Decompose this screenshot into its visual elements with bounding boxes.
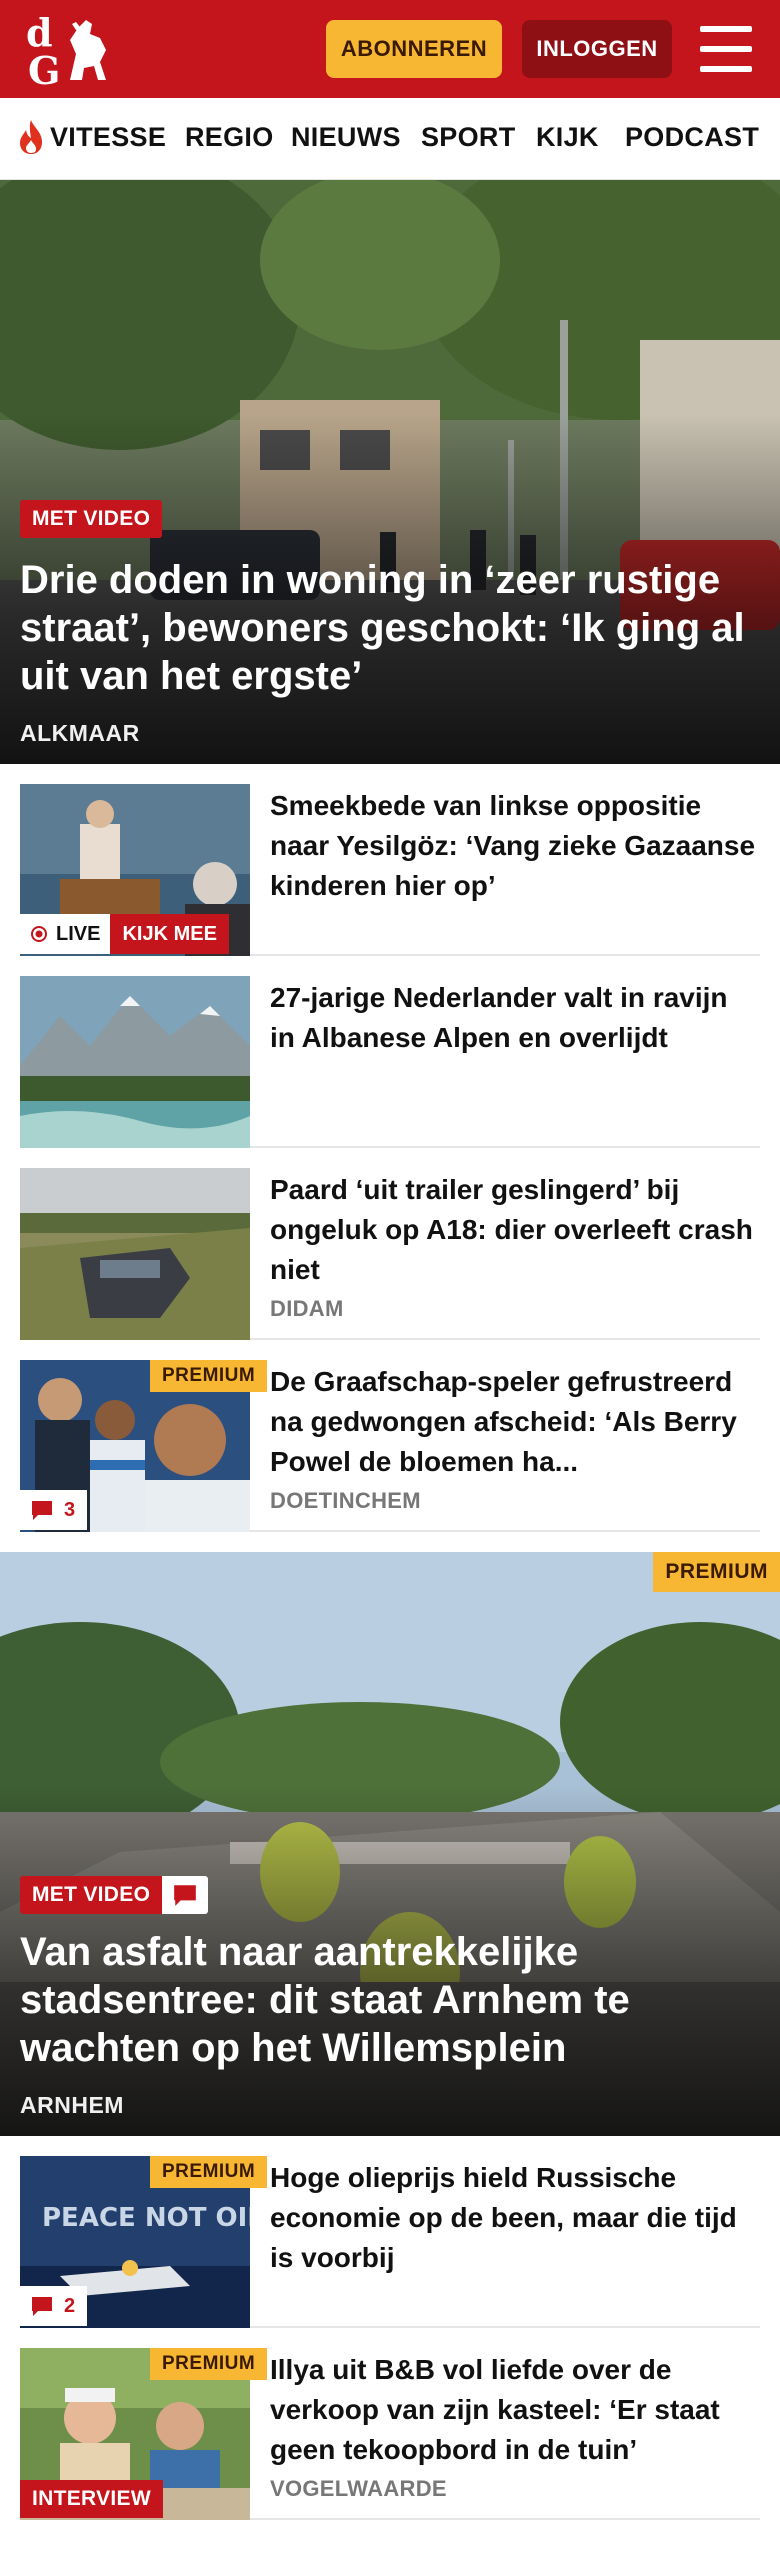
list-item[interactable]: PREMIUM 3 De Graafschap-speler gefrus­tr… (20, 1360, 760, 1532)
premium-badge: PREMIUM (150, 2348, 268, 2380)
section-nav: VITESSE REGIO NIEUWS SPORT KIJK PODCAST (0, 98, 780, 180)
list-item[interactable]: PEACE NOT OIL PREMIUM 2 Hoge olieprijs h… (20, 2156, 760, 2328)
list-item[interactable]: LIVE KIJK MEE Smeekbede van linkse oppos… (20, 784, 760, 956)
article-title[interactable]: De Graafschap-speler gefrus­treerd na ge… (270, 1362, 760, 1482)
comment-count[interactable]: 3 (20, 1490, 88, 1530)
video-badge: MET VIDEO (20, 1876, 163, 1914)
nav-item-nieuws[interactable]: NIEUWS (291, 122, 401, 153)
interview-badge: INTERVIEW (20, 2480, 163, 2518)
video-badge: MET VIDEO (20, 500, 163, 538)
article-thumbnail (20, 976, 250, 1148)
watch-label[interactable]: KIJK MEE (110, 914, 229, 954)
hero-title[interactable]: Van asfalt naar aantrekkelijke stadsentr… (20, 1928, 760, 2072)
comment-icon[interactable] (162, 1876, 209, 1914)
hero-title[interactable]: Drie doden in woning in ‘zeer rustige st… (20, 556, 760, 700)
article-title[interactable]: Illya uit B&B vol liefde over de verkoop… (270, 2350, 760, 2470)
live-label: LIVE (56, 922, 101, 945)
live-dot-icon (31, 926, 47, 942)
article-title[interactable]: Paard ‘uit trailer geslingerd’ bij ongel… (270, 1170, 760, 1290)
hamburger-icon[interactable] (700, 26, 752, 72)
hero-location: ALKMAAR (20, 720, 140, 746)
list-item[interactable]: Paard ‘uit trailer geslingerd’ bij ongel… (20, 1168, 760, 1340)
article-title[interactable]: Hoge olieprijs hield Russische economie … (270, 2158, 760, 2278)
comment-count-value: 2 (64, 2294, 76, 2317)
hero-article[interactable]: MET VIDEO Drie doden in woning in ‘zeer … (0, 180, 780, 764)
article-location: DIDAM (270, 1296, 344, 1321)
premium-badge: PREMIUM (150, 2156, 268, 2188)
subscribe-button[interactable]: ABONNEREN (326, 20, 502, 78)
dg-logo[interactable]: d G (20, 10, 120, 90)
list-item[interactable]: 27-jarige Nederlander valt in ravijn in … (20, 976, 760, 1148)
article-location: DOETINCHEM (270, 1488, 421, 1513)
flame-icon (20, 120, 42, 154)
comment-count-value: 3 (64, 1498, 76, 1521)
login-button[interactable]: INLOGGEN (522, 20, 672, 78)
nav-item-regio[interactable]: REGIO (185, 122, 274, 153)
comment-count[interactable]: 2 (20, 2286, 88, 2326)
video-badge-group: MET VIDEO (20, 1876, 209, 1914)
premium-badge: PREMIUM (150, 1360, 268, 1392)
site-header: d G ABONNEREN INLOGGEN (0, 0, 780, 98)
article-title[interactable]: 27-jarige Nederlander valt in ravijn in … (270, 978, 760, 1058)
svg-text:G: G (28, 48, 60, 90)
comment-icon (32, 2297, 52, 2316)
article-title[interactable]: Smeekbede van linkse oppositie naar Yesi… (270, 786, 760, 906)
comment-icon (32, 1501, 52, 1520)
nav-item-kijk[interactable]: KIJK (536, 122, 599, 153)
svg-text:PEACE NOT OIL: PEACE NOT OIL (42, 2203, 250, 2233)
premium-badge: PREMIUM (653, 1552, 780, 1592)
nav-item-podcast[interactable]: PODCAST (625, 122, 759, 153)
list-item[interactable]: PREMIUM INTERVIEW Illya uit B&B vol lief… (20, 2348, 760, 2520)
live-indicator[interactable]: LIVE KIJK MEE (20, 914, 229, 954)
nav-item-sport[interactable]: SPORT (421, 122, 516, 153)
article-thumbnail (20, 1168, 250, 1340)
article-location: VOGELWAARDE (270, 2476, 447, 2501)
hero-location: ARNHEM (20, 2092, 124, 2118)
nav-item-vitesse[interactable]: VITESSE (50, 122, 166, 153)
hero-article-2[interactable]: PREMIUM MET VIDEO Van asfalt naar aantre… (0, 1552, 780, 2136)
